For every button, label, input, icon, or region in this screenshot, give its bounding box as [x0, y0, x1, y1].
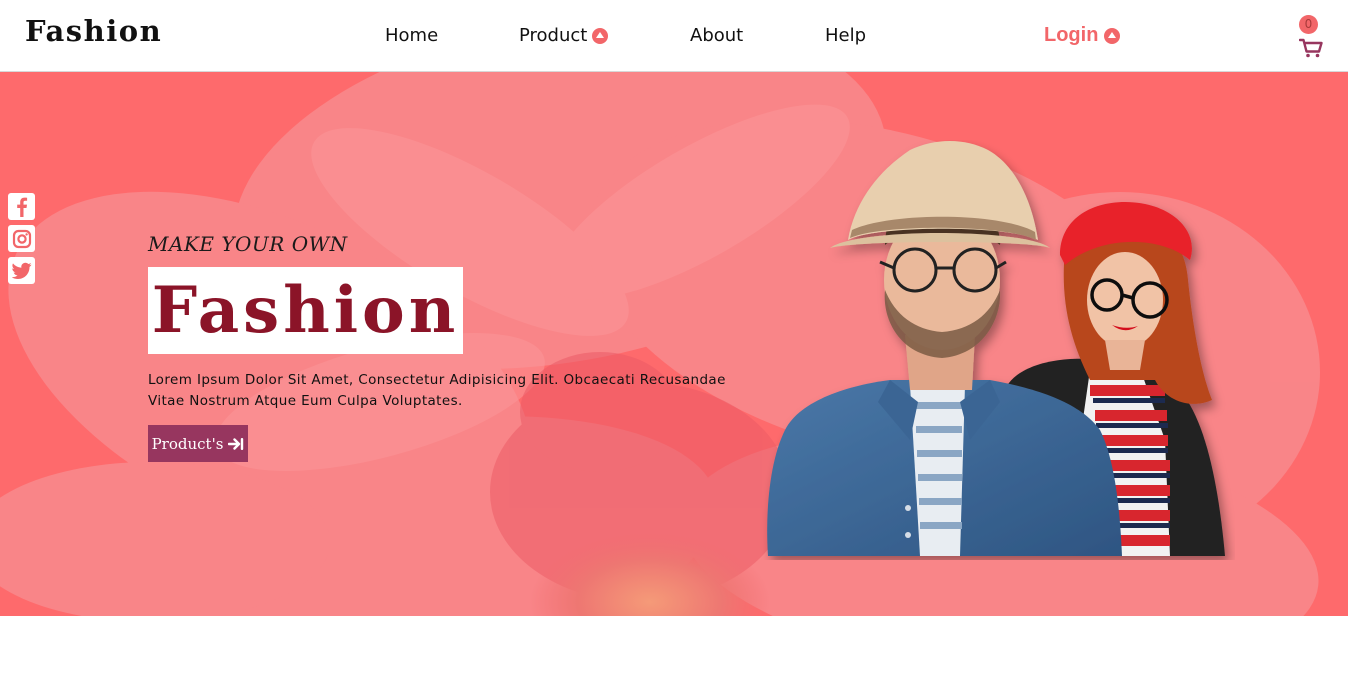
hero-description: Lorem Ipsum Dolor Sit Amet, Consectetur …: [148, 370, 748, 412]
hero-title: Fashion: [151, 272, 460, 348]
twitter-link[interactable]: [8, 257, 35, 284]
hero-tagline: MAKE YOUR OWN: [148, 232, 348, 256]
brand-logo[interactable]: Fashion: [25, 14, 162, 48]
nav-product[interactable]: Product: [519, 25, 609, 46]
facebook-link[interactable]: [8, 193, 35, 220]
products-cta-button[interactable]: Product's: [148, 425, 248, 462]
arrow-right-to-bar-icon: [228, 437, 244, 450]
hero-banner: MAKE YOUR OWN Fashion Lorem Ipsum Dolor …: [0, 72, 1348, 616]
nav-product-label: Product: [519, 25, 588, 46]
nav-help[interactable]: Help: [825, 25, 866, 46]
nav-about[interactable]: About: [690, 25, 743, 46]
login-button[interactable]: Login: [1044, 24, 1121, 47]
cart-button[interactable]: 0: [1296, 14, 1328, 62]
hero-description-line-2: Vitae Nostrum Atque Eum Culpa Voluptates…: [148, 393, 463, 409]
chevron-up-icon: [1104, 27, 1121, 44]
nav-about-label: About: [690, 25, 744, 46]
models-photo: [767, 141, 1225, 556]
chevron-up-icon: [592, 27, 609, 44]
top-navbar: Fashion Home Product About Help Login 0: [0, 0, 1348, 72]
nav-home[interactable]: Home: [385, 25, 438, 46]
cart-icon: [1299, 38, 1323, 58]
login-label: Login: [1044, 24, 1099, 46]
instagram-icon: [12, 229, 31, 248]
nav-home-label: Home: [385, 25, 439, 46]
instagram-link[interactable]: [8, 225, 35, 252]
hero-title-box: Fashion: [148, 267, 463, 354]
products-cta-label: Product's: [151, 434, 224, 453]
facebook-icon: [16, 197, 27, 217]
hero-description-line-1: Lorem Ipsum Dolor Sit Amet, Consectetur …: [148, 372, 726, 388]
cart-count-badge: 0: [1299, 15, 1318, 34]
twitter-icon: [11, 262, 31, 279]
nav-help-label: Help: [825, 25, 867, 46]
